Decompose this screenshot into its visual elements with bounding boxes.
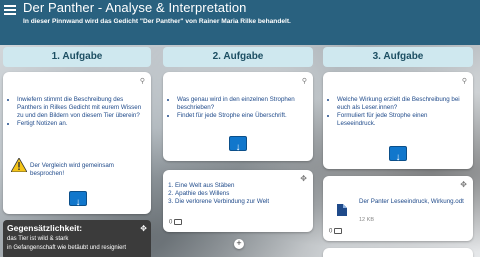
comment-row[interactable]: 0 xyxy=(329,228,343,235)
search-icon[interactable]: ⚲ xyxy=(302,77,307,85)
warning-icon xyxy=(11,158,27,172)
task-list-2: Was genau wird in den einzelnen Strophen… xyxy=(169,96,307,120)
file-name[interactable]: Der Panter Leseeindruck, Wirkung.odt xyxy=(359,198,467,206)
drag-icon[interactable]: ✥ xyxy=(140,224,147,233)
column-header-2[interactable]: 2. Aufgabe xyxy=(163,47,313,67)
task-item: Was genau wird in den einzelnen Strophen… xyxy=(177,96,307,112)
task-item: Findet für jede Strophe eine Überschrift… xyxy=(177,112,307,120)
note-line: das Tier ist wild & stark xyxy=(7,236,69,242)
note-title: Gegensätzlichkeit: xyxy=(7,223,83,233)
card-partial[interactable] xyxy=(323,248,473,257)
add-button[interactable]: + xyxy=(234,239,244,249)
task-list-1: Inwiefern stimmt die Beschreibung des Pa… xyxy=(9,96,145,128)
file-card[interactable]: ✥ Der Panter Leseeindruck, Wirkung.odt 1… xyxy=(323,176,473,241)
task-item: Welche Wirkung erzielt die Beschreibung … xyxy=(337,96,467,112)
page-subtitle: In dieser Pinnwand wird das Gedicht "Der… xyxy=(23,18,291,25)
task-card-3[interactable]: ⚲ Welche Wirkung erzielt die Beschreibun… xyxy=(323,72,473,169)
expand-button[interactable]: ↓ xyxy=(389,146,407,163)
heading-list: Eine Welt aus Stäben Apathie des Willens… xyxy=(167,182,307,206)
warning-text: Der Vergleich wird gemeinsam besprochen! xyxy=(30,162,114,177)
column-header-1[interactable]: 1. Aufgabe xyxy=(3,47,151,67)
comment-count: 0 xyxy=(169,219,173,226)
task-item: Inwiefern stimmt die Beschreibung des Pa… xyxy=(17,96,145,120)
file-icon xyxy=(337,204,347,216)
task-list-3: Welche Wirkung erzielt die Beschreibung … xyxy=(329,96,467,128)
column-header-3[interactable]: 3. Aufgabe xyxy=(323,47,473,67)
app-header: Der Panther - Analyse & Interpretation I… xyxy=(0,0,480,45)
comment-icon[interactable] xyxy=(334,228,343,234)
heading-item: Die verlorene Verbindung zur Welt xyxy=(175,198,307,206)
menu-icon[interactable] xyxy=(4,5,16,15)
task-card-1[interactable]: ⚲ Inwiefern stimmt die Beschreibung des … xyxy=(3,72,151,214)
task-card-2[interactable]: ⚲ Was genau wird in den einzelnen Stroph… xyxy=(163,72,313,161)
comment-count: 0 xyxy=(329,228,333,235)
task-item: Formuliert für jede Strophe einen Leseei… xyxy=(337,112,467,128)
comment-icon[interactable] xyxy=(174,219,183,225)
file-size: 12 KB xyxy=(359,217,374,223)
page-title: Der Panther - Analyse & Interpretation xyxy=(23,0,247,15)
drag-icon[interactable]: ✥ xyxy=(460,180,467,189)
comment-row[interactable]: 0 xyxy=(169,219,183,226)
expand-button[interactable]: ↓ xyxy=(69,191,87,208)
search-icon[interactable]: ⚲ xyxy=(462,77,467,85)
note-text: das Tier ist wild & stark in Gefangensch… xyxy=(7,235,126,253)
heading-item: Eine Welt aus Stäben xyxy=(175,182,307,190)
task-item: Fertigt Notizen an. xyxy=(17,120,145,128)
search-icon[interactable]: ⚲ xyxy=(140,77,145,85)
expand-button[interactable]: ↓ xyxy=(229,136,247,153)
note-card-contrast[interactable]: Gegensätzlichkeit: ✥ das Tier ist wild &… xyxy=(3,220,151,257)
note-line: in Gefangenschaft wie betäubt und resign… xyxy=(7,245,127,251)
headings-card[interactable]: ✥ Eine Welt aus Stäben Apathie des Wille… xyxy=(163,170,313,232)
heading-item: Apathie des Willens xyxy=(175,190,307,198)
